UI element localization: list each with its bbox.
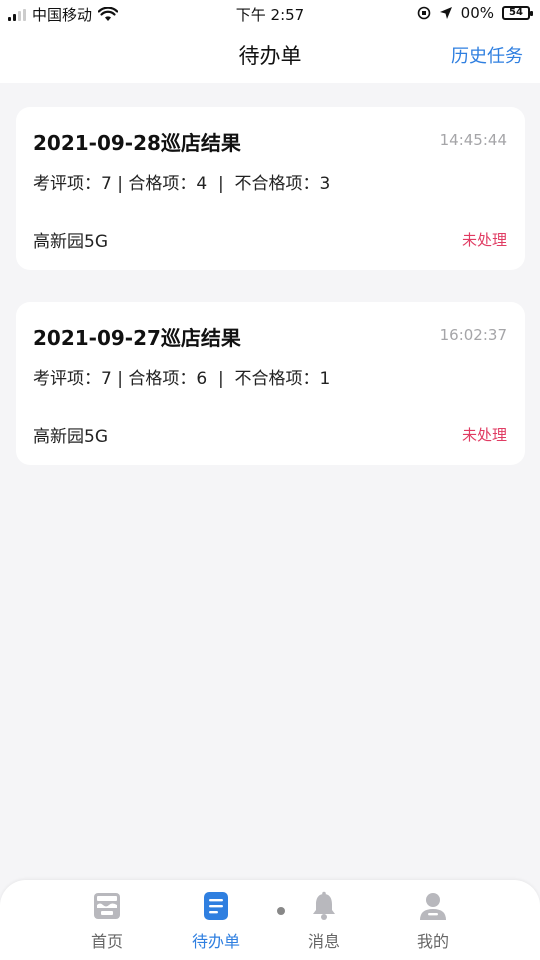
task-time: 14:45:44 <box>439 131 507 149</box>
status-badge: 未处理 <box>461 231 507 249</box>
bell-icon <box>313 891 335 920</box>
status-right: 00% 54 <box>417 4 533 22</box>
home-shop-icon <box>94 893 120 919</box>
task-card[interactable]: 2021-09-28巡店结果 14:45:44 考评项：7 | 合格项：4 | … <box>16 107 525 270</box>
task-store: 高新园5G <box>33 232 108 252</box>
task-title: 2021-09-28巡店结果 <box>33 131 241 155</box>
location-icon <box>439 7 452 19</box>
tab-todo-label: 待办单 <box>191 932 240 951</box>
history-tasks-button[interactable]: 历史任务 <box>451 42 523 68</box>
status-badge: 未处理 <box>461 426 507 444</box>
task-stats: 考评项：7 | 合格项：4 | 不合格项：3 <box>33 174 331 194</box>
battery-percent: 00% <box>460 4 494 22</box>
tab-todo[interactable]: 待办单 <box>176 890 256 952</box>
task-store: 高新园5G <box>33 427 108 447</box>
battery-icon: 54 <box>502 6 533 20</box>
task-title: 2021-09-27巡店结果 <box>33 326 241 350</box>
nav-bar: 待办单 历史任务 <box>0 28 540 83</box>
tab-mine-label: 我的 <box>416 932 449 951</box>
task-time: 16:02:37 <box>439 326 507 344</box>
tab-messages[interactable]: 消息 <box>284 890 364 952</box>
user-icon <box>420 893 446 920</box>
task-card[interactable]: 2021-09-27巡店结果 16:02:37 考评项：7 | 合格项：6 | … <box>16 302 525 465</box>
tab-bar: 首页 待办单 消息 我的 <box>0 880 540 960</box>
tab-home[interactable]: 首页 <box>67 890 147 952</box>
tab-mine[interactable]: 我的 <box>393 890 473 952</box>
document-icon <box>204 892 228 920</box>
tab-messages-label: 消息 <box>307 932 340 951</box>
task-stats: 考评项：7 | 合格项：6 | 不合格项：1 <box>33 369 331 389</box>
orientation-lock-icon <box>417 6 430 20</box>
status-bar: 中国移动 下午 2:57 00% 54 <box>0 0 540 28</box>
tab-home-label: 首页 <box>90 932 123 951</box>
